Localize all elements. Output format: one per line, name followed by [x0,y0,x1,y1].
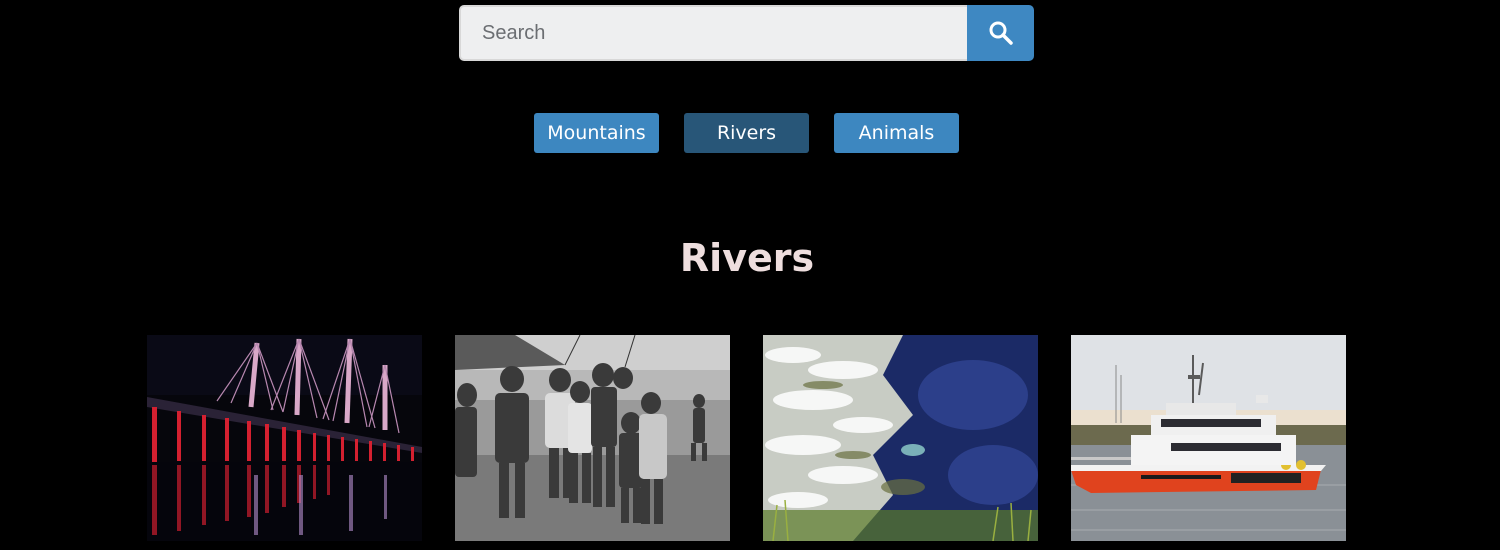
section-title: Rivers [679,236,815,280]
category-button-rivers[interactable]: Rivers [684,113,809,153]
catamaran-boat-image [1071,335,1346,541]
gallery-photo-rapids[interactable] [763,335,1038,541]
search-input[interactable] [459,5,967,61]
magnifier-icon [989,21,1013,45]
search-button[interactable] [967,5,1034,61]
page: Mountains Rivers Animals Rivers [0,0,1500,550]
bridge-night-image [147,335,422,541]
gallery-photo-boat[interactable] [1071,335,1346,541]
category-button-mountains[interactable]: Mountains [534,113,659,153]
search-form [459,5,1034,61]
gallery-photo-bridge[interactable] [147,335,422,541]
children-riverbank-image [455,335,730,541]
gallery-photo-children[interactable] [455,335,730,541]
river-rapids-image [763,335,1038,541]
category-button-animals[interactable]: Animals [834,113,959,153]
